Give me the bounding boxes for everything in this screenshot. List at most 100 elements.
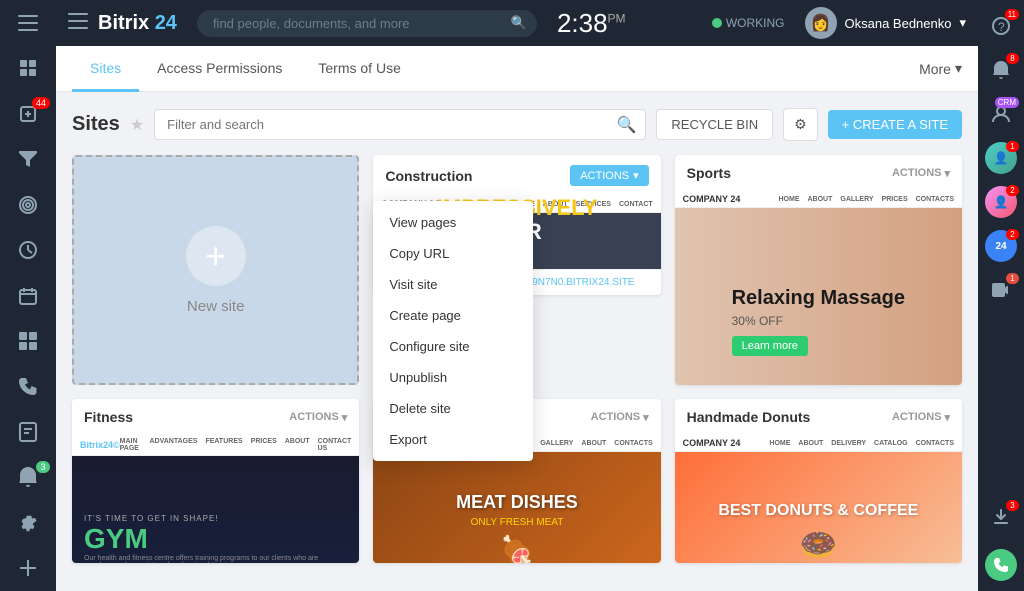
sidebar-book-icon[interactable] <box>0 409 56 454</box>
new-site-plus-icon: + <box>186 226 246 286</box>
menu-export[interactable]: Export <box>373 424 533 455</box>
avatar: 👩 <box>805 7 837 39</box>
more-dropdown-icon: ▾ <box>955 60 962 77</box>
sports-preview-heading: Relaxing Massage <box>732 287 905 310</box>
sports-preview-sub: 30% OFF <box>732 314 905 328</box>
sports-preview: COMPANY 24 HOMEABOUTGALLERYPRICESCONTACT… <box>675 191 962 385</box>
user-menu[interactable]: 👩 Oksana Bednenko ▾ <box>805 7 967 39</box>
restaurant-food-icon: 🍖 <box>456 534 578 564</box>
construction-actions-button[interactable]: ACTIONS ▾ <box>570 165 648 186</box>
app-logo[interactable]: Bitrix 24 <box>98 12 177 35</box>
sidebar-tasks-icon[interactable]: 44 <box>0 91 56 136</box>
restaurant-actions-button[interactable]: ACTIONS ▾ <box>591 411 649 424</box>
menu-visit-site[interactable]: Visit site <box>373 269 533 300</box>
menu-unpublish[interactable]: Unpublish <box>373 362 533 393</box>
help-badge: 11 <box>1005 9 1019 20</box>
fitness-preview-text: GYM <box>84 523 347 555</box>
tab-terms-of-use[interactable]: Terms of Use <box>300 46 418 92</box>
donuts-company-bar: COMPANY 24 HOMEABOUTDELIVERYCATALOGCONTA… <box>675 435 962 452</box>
donuts-card-name: Handmade Donuts <box>687 409 811 425</box>
sites-search-input[interactable] <box>154 109 646 140</box>
donuts-preview-text: BEST DONUTS & COFFEE <box>718 502 918 520</box>
create-site-button[interactable]: + CREATE A SITE <box>828 110 962 139</box>
construction-card-name: Construction <box>385 168 472 184</box>
topbar: Bitrix 24 🔍 2:38PM WORKING 👩 Oksana Bedn… <box>56 0 978 46</box>
menu-create-page[interactable]: Create page <box>373 300 533 331</box>
sites-search-bar[interactable]: 🔍 <box>154 109 646 140</box>
sidebar-filter-icon[interactable] <box>0 136 56 181</box>
menu-delete-site[interactable]: Delete site <box>373 393 533 424</box>
sidebar-settings-icon[interactable] <box>0 500 56 545</box>
bell-badge: 3 <box>36 461 50 473</box>
hamburger-menu-icon[interactable] <box>68 12 88 35</box>
donuts-card-header: Handmade Donuts ACTIONS ▾ <box>675 399 962 435</box>
construction-card-header: Construction ACTIONS ▾ <box>373 155 660 196</box>
right-help-icon[interactable]: ? 11 <box>978 4 1024 48</box>
chat-badge-2: 2 <box>1006 185 1019 196</box>
settings-button[interactable]: ⚙ <box>783 108 818 141</box>
topbar-search[interactable]: 🔍 <box>197 10 537 37</box>
tab-access-permissions[interactable]: Access Permissions <box>139 46 300 92</box>
phone-green-icon <box>985 549 1017 581</box>
sidebar-plus-icon[interactable] <box>0 546 56 591</box>
recycle-bin-button[interactable]: RECYCLE BIN <box>656 109 773 140</box>
sports-card-name: Sports <box>687 165 731 181</box>
restaurant-preview-text: MEAT DISHES <box>456 492 578 513</box>
right-sidebar: ? 11 8 CRM 👤 1 👤 2 24 2 1 3 <box>978 0 1024 591</box>
menu-configure-site[interactable]: Configure site <box>373 331 533 362</box>
bell-badge: 8 <box>1006 53 1019 64</box>
sports-actions-chevron: ▾ <box>944 167 950 180</box>
donuts-preview: COMPANY 24 HOMEABOUTDELIVERYCATALOGCONTA… <box>675 435 962 563</box>
chat-badge-1: 1 <box>1006 141 1019 152</box>
menu-view-pages[interactable]: View pages <box>373 207 533 238</box>
right-download-icon[interactable]: 3 <box>978 495 1024 539</box>
right-bell-icon[interactable]: 8 <box>978 48 1024 92</box>
right-24-icon[interactable]: 24 2 <box>978 224 1024 268</box>
app-logo-highlight: 24 <box>155 12 177 34</box>
sidebar-calendar-icon[interactable] <box>0 273 56 318</box>
sites-search-icon: 🔍 <box>616 115 636 135</box>
working-status[interactable]: WORKING <box>712 16 785 30</box>
donuts-actions-chevron: ▾ <box>944 411 950 424</box>
right-crm-icon[interactable]: CRM <box>978 92 1024 136</box>
sidebar-target-icon[interactable] <box>0 182 56 227</box>
site-card-donuts: Handmade Donuts ACTIONS ▾ COMPANY 24 HOM… <box>675 399 962 563</box>
new-site-label: New site <box>187 298 245 315</box>
search-input[interactable] <box>197 10 537 37</box>
tab-more[interactable]: More ▾ <box>919 46 962 91</box>
crm-badge: CRM <box>995 97 1019 108</box>
sports-actions-button[interactable]: ACTIONS ▾ <box>892 167 950 180</box>
fitness-actions-button[interactable]: ACTIONS ▾ <box>289 411 347 424</box>
sidebar-clock-icon[interactable] <box>0 227 56 272</box>
right-chat2-icon[interactable]: 👤 2 <box>978 180 1024 224</box>
sidebar-bell-icon[interactable]: 3 <box>0 455 56 500</box>
sports-card-header: Sports ACTIONS ▾ <box>675 155 962 191</box>
download-badge: 3 <box>1006 500 1019 511</box>
video-badge: 1 <box>1006 273 1019 284</box>
fitness-company-bar: Bitrix24© MAIN PAGEADVANTAGESFEATURESPRI… <box>72 435 359 456</box>
donuts-actions-button[interactable]: ACTIONS ▾ <box>892 411 950 424</box>
site-card-fitness: Fitness ACTIONS ▾ Bitrix24© MAIN PAGEADV… <box>72 399 359 563</box>
right-video-icon[interactable]: 1 <box>978 268 1024 312</box>
fitness-preview-tagline: IT'S TIME TO GET IN SHAPE! <box>84 514 347 523</box>
status-dot <box>712 18 722 28</box>
restaurant-actions-chevron: ▾ <box>643 411 649 424</box>
menu-copy-url[interactable]: Copy URL <box>373 238 533 269</box>
restaurant-preview-sub: ONLY FRESH MEAT <box>456 517 578 528</box>
right-phone-bottom-icon[interactable] <box>978 543 1024 587</box>
tab-sites[interactable]: Sites <box>72 46 139 92</box>
sidebar-menu-icon[interactable] <box>0 0 56 45</box>
sidebar-grid-icon[interactable] <box>0 318 56 363</box>
sports-preview-btn[interactable]: Learn more <box>732 336 808 356</box>
tabs-bar: Sites Access Permissions Terms of Use Mo… <box>56 46 978 92</box>
fitness-card-header: Fitness ACTIONS ▾ <box>72 399 359 435</box>
favorite-star-icon[interactable]: ★ <box>130 115 144 135</box>
main-area: Bitrix 24 🔍 2:38PM WORKING 👩 Oksana Bedn… <box>56 0 978 591</box>
new-site-card[interactable]: + New site <box>72 155 359 385</box>
right-chat-icon[interactable]: 👤 1 <box>978 136 1024 180</box>
construction-card-wrapper: Construction ACTIONS ▾ COMPANY 24 HOMEAB… <box>373 155 660 385</box>
context-menu: View pages Copy URL Visit site Create pa… <box>373 201 533 461</box>
sidebar-home-icon[interactable] <box>0 45 56 90</box>
sidebar-phone-icon[interactable] <box>0 364 56 409</box>
left-sidebar: 44 3 <box>0 0 56 591</box>
